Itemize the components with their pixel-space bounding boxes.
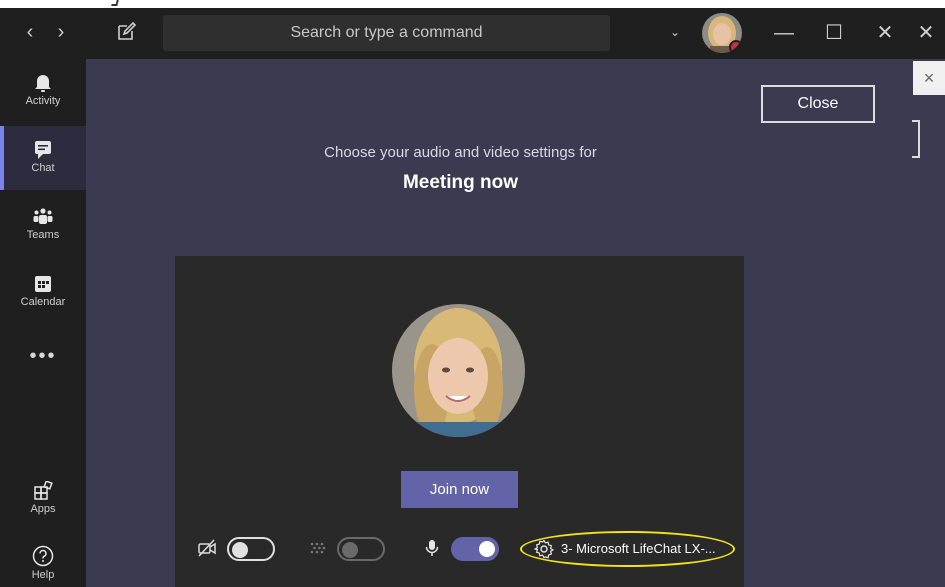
- camera-toggle[interactable]: [227, 537, 275, 561]
- side-close-icon[interactable]: ×: [913, 61, 945, 95]
- close-button[interactable]: Close: [761, 85, 875, 123]
- join-now-button[interactable]: Join now: [401, 471, 518, 508]
- compose-icon[interactable]: [115, 21, 137, 43]
- chevron-down-icon[interactable]: ⌄: [666, 22, 684, 42]
- rail-item-help[interactable]: Help: [0, 531, 86, 587]
- rail-item-chat[interactable]: Chat: [0, 126, 86, 190]
- dnd-status-icon: [729, 40, 742, 53]
- title-bar: ‹ › Search or type a command ⌄ — ☐ ✕ ✕: [0, 8, 945, 59]
- rail-label-activity: Activity: [25, 95, 61, 107]
- partial-button-edge: [912, 120, 920, 158]
- bell-icon: [35, 75, 51, 92]
- user-avatar: [392, 304, 525, 437]
- apps-icon: [34, 481, 53, 500]
- rail-item-calendar[interactable]: Calendar: [0, 260, 86, 324]
- background-blur-icon: [310, 542, 326, 554]
- camera-off-icon: [198, 539, 216, 557]
- gear-icon: [534, 539, 554, 559]
- microphone-toggle[interactable]: [451, 537, 499, 561]
- maximize-button[interactable]: ☐: [819, 18, 849, 48]
- chat-icon: [35, 141, 51, 159]
- close-window-button[interactable]: ✕: [870, 18, 900, 48]
- prejoin-subtitle: Choose your audio and video settings for: [324, 144, 597, 161]
- search-input[interactable]: Search or type a command: [163, 15, 610, 51]
- audio-device-label: 3- Microsoft LifeChat LX-...: [561, 541, 716, 556]
- rail-label-chat: Chat: [31, 162, 55, 174]
- rail-label-calendar: Calendar: [20, 296, 66, 308]
- background-blur-toggle[interactable]: [337, 537, 385, 561]
- meeting-prejoin-area: × Close Choose your audio and video sett…: [86, 59, 945, 587]
- profile-avatar[interactable]: [702, 13, 742, 53]
- minimize-button[interactable]: —: [769, 18, 799, 48]
- more-apps-button[interactable]: •••: [0, 346, 86, 371]
- rail-item-teams[interactable]: Teams: [0, 193, 86, 257]
- video-preview-panel: Join now 3- Microsoft LifeChat LX-...: [175, 256, 744, 587]
- meeting-title: Meeting now: [402, 172, 519, 193]
- rail-item-apps[interactable]: Apps: [0, 467, 86, 531]
- app-rail: Activity Chat Teams Calendar ••• Apps He…: [0, 59, 86, 587]
- calendar-icon: [35, 276, 51, 292]
- back-button[interactable]: ‹: [19, 20, 41, 44]
- audio-device-settings[interactable]: 3- Microsoft LifeChat LX-...: [520, 531, 735, 567]
- screenshot-top-edge: [0, 0, 945, 8]
- help-icon: [32, 545, 54, 567]
- microphone-icon: [425, 540, 439, 556]
- close-window-button-2[interactable]: ✕: [911, 18, 941, 48]
- rail-label-apps: Apps: [30, 503, 56, 515]
- teams-icon: [33, 208, 53, 224]
- cropped-mark: [111, 0, 119, 6]
- forward-button[interactable]: ›: [50, 20, 72, 44]
- rail-label-help: Help: [31, 569, 55, 581]
- rail-item-activity[interactable]: Activity: [0, 59, 86, 123]
- rail-label-teams: Teams: [26, 229, 60, 241]
